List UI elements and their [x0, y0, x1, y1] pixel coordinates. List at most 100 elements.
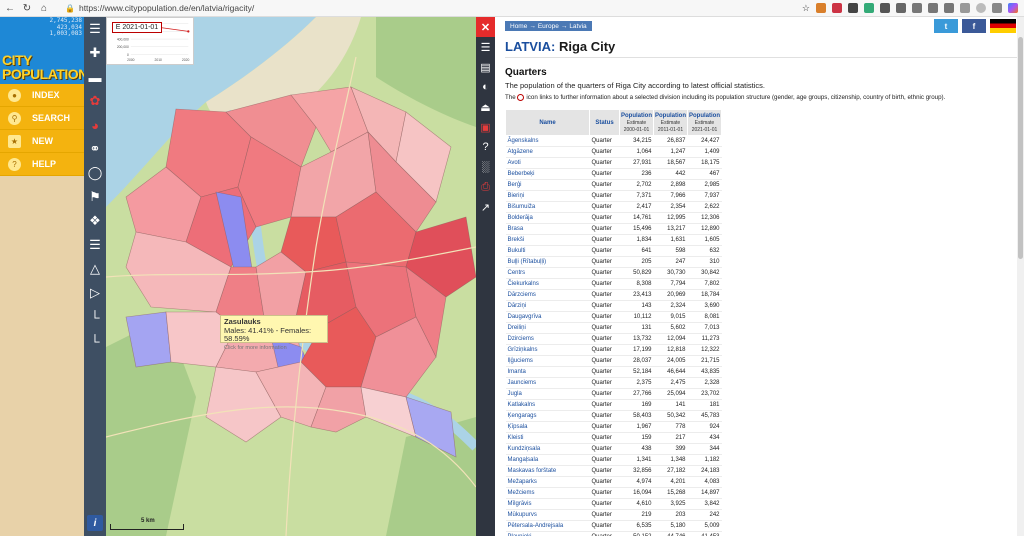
scrollbar-thumb[interactable] — [1018, 37, 1023, 259]
table-row[interactable]: Mangaļsala Quarter 1,341 1,348 1,182 — [505, 454, 722, 466]
site-logo[interactable]: 2,745,238 423,034 1,003,083 CITY POPULAT… — [0, 17, 84, 84]
page-scrollbar[interactable] — [1017, 17, 1024, 536]
menu-item-new[interactable]: ★ NEW — [0, 130, 84, 153]
table-row[interactable]: Mežaparks Quarter 4,974 4,201 4,083 — [505, 476, 722, 488]
collections-icon[interactable] — [928, 3, 938, 13]
quarter-name-link[interactable]: Ķīpsala — [505, 421, 590, 433]
star-icon[interactable]: ☆ — [802, 3, 810, 14]
table-row[interactable]: Berģi Quarter 2,702 2,898 2,985 — [505, 179, 722, 191]
quarter-name-link[interactable]: Mežciems — [505, 487, 590, 499]
quarter-name-link[interactable]: Beberbeķi — [505, 168, 590, 180]
facebook-icon[interactable]: f — [962, 19, 986, 33]
table-row[interactable]: Buļļi (Rītabuļļi) Quarter 205 247 310 — [505, 256, 722, 268]
quarter-name-link[interactable]: Mīlgrāvis — [505, 498, 590, 510]
info-icon[interactable]: i — [87, 515, 103, 531]
profile-avatar[interactable] — [976, 3, 986, 13]
flag-icon[interactable]: ⚑ — [84, 185, 106, 209]
column-header-pop-2000[interactable]: Population Estimate 2000-01-01 — [619, 109, 654, 136]
menu-icon[interactable]: ☰ — [476, 37, 495, 57]
quarter-name-link[interactable]: Avoti — [505, 157, 590, 169]
quarter-name-link[interactable]: Mangaļsala — [505, 454, 590, 466]
table-row[interactable]: Kundziņsala Quarter 438 399 344 — [505, 443, 722, 455]
column-header-name[interactable]: Name — [505, 109, 590, 136]
scatter-icon[interactable]: ❖ — [84, 209, 106, 233]
table-row[interactable]: Jaunciems Quarter 2,375 2,475 2,328 — [505, 377, 722, 389]
quarter-name-link[interactable]: Dārzciems — [505, 289, 590, 301]
table-row[interactable]: Dārziņi Quarter 143 2,324 3,690 — [505, 300, 722, 312]
table-row[interactable]: Ķīpsala Quarter 1,967 778 924 — [505, 421, 722, 433]
table-row[interactable]: Jugla Quarter 27,766 25,094 23,702 — [505, 388, 722, 400]
table-row[interactable]: PļavniekiQuarter50,15244,74641,453 — [505, 531, 722, 536]
table-row[interactable]: Grīziņkalns Quarter 17,199 12,818 12,322 — [505, 344, 722, 356]
quarter-name-link[interactable]: Jugla — [505, 388, 590, 400]
home-icon[interactable]: ⌂ — [37, 1, 51, 15]
choropleth-map[interactable]: 800,000600,000400,000200,000020002010202… — [106, 17, 476, 536]
eject-icon[interactable]: ⏏ — [476, 97, 495, 117]
extension-icon[interactable] — [816, 3, 826, 13]
table-row[interactable]: Dreiliņi Quarter 131 5,602 7,013 — [505, 322, 722, 334]
quarter-name-link[interactable]: Pļavnieki — [505, 531, 590, 536]
zoom-in-icon[interactable]: ✚ — [84, 41, 106, 65]
table-row[interactable]: Beberbeķi Quarter 236 442 467 — [505, 168, 722, 180]
table-row[interactable]: Bieriņi Quarter 7,371 7,966 7,937 — [505, 190, 722, 202]
favorites-icon[interactable] — [912, 3, 922, 13]
table-row[interactable]: Iļģuciems Quarter 28,037 24,005 21,715 — [505, 355, 722, 367]
shapes-icon[interactable]: △ — [84, 257, 106, 281]
menu-item-help[interactable]: ? HELP — [0, 153, 84, 176]
quarter-name-link[interactable]: Bolderāja — [505, 212, 590, 224]
bar-chart-icon[interactable]: ░ — [476, 157, 495, 177]
quarter-name-link[interactable]: Dārziņi — [505, 300, 590, 312]
table-row[interactable]: Bišumuiža Quarter 2,417 2,354 2,622 — [505, 201, 722, 213]
quarter-name-link[interactable]: Mūkupurvs — [505, 509, 590, 521]
extension-icon[interactable] — [864, 3, 874, 13]
table-row[interactable]: Avoti Quarter 27,931 18,567 18,175 — [505, 157, 722, 169]
external-link-icon[interactable]: ↗ — [476, 197, 495, 217]
breadcrumb-link[interactable]: Home — [510, 23, 527, 30]
quarter-name-link[interactable]: Buļļi (Rītabuļļi) — [505, 256, 590, 268]
address-bar[interactable]: 🔒 https://www.citypopulation.de/en/latvi… — [65, 3, 254, 13]
quarter-name-link[interactable]: Brasa — [505, 223, 590, 235]
bicycle-icon[interactable]: ⚭ — [84, 137, 106, 161]
quarter-name-link[interactable]: Iļģuciems — [505, 355, 590, 367]
settings-icon[interactable] — [960, 3, 970, 13]
quarter-name-link[interactable]: Bukulti — [505, 245, 590, 257]
table-row[interactable]: Centrs Quarter 50,829 30,730 30,842 — [505, 267, 722, 279]
table-row[interactable]: Mūkupurvs Quarter 219 203 242 — [505, 509, 722, 521]
extension-icon[interactable] — [880, 3, 890, 13]
table-row[interactable]: Dārzciems Quarter 23,413 20,969 18,784 — [505, 289, 722, 301]
quarter-name-link[interactable]: Dreiliņi — [505, 322, 590, 334]
table-row[interactable]: Katlakalns Quarter 169 141 181 — [505, 399, 722, 411]
column-header-pop-2021[interactable]: Population Estimate 2021-01-01 — [687, 109, 722, 136]
extension-icon[interactable] — [832, 3, 842, 13]
crop-icon[interactable]: ▣ — [476, 117, 495, 137]
table-row[interactable]: Bolderāja Quarter 14,761 12,995 12,306 — [505, 212, 722, 224]
age-icon[interactable]: ◯ — [84, 161, 106, 185]
quarter-name-link[interactable]: Kundziņsala — [505, 443, 590, 455]
breadcrumb-link[interactable]: Europe — [538, 23, 559, 30]
zoom-out-icon[interactable]: ▬ — [84, 65, 106, 89]
quarter-name-link[interactable]: Dzirciems — [505, 333, 590, 345]
quarter-name-link[interactable]: Berģi — [505, 179, 590, 191]
table-row[interactable]: Brasa Quarter 15,496 13,217 12,890 — [505, 223, 722, 235]
quarter-name-link[interactable]: Bišumuiža — [505, 201, 590, 213]
table-row[interactable]: Bukulti Quarter 641 598 632 — [505, 245, 722, 257]
help-circle-icon[interactable]: ? — [476, 137, 495, 157]
column-header-status[interactable]: Status — [589, 109, 620, 136]
quarter-name-link[interactable]: Ķengarags — [505, 410, 590, 422]
quarter-name-link[interactable]: Daugavgrīva — [505, 311, 590, 323]
reload-icon[interactable]: ↻ — [20, 1, 34, 15]
contrast-icon[interactable]: ◐ — [476, 77, 495, 97]
map-tooltip[interactable]: Zasulauks Males: 41.41% - Females: 58.59… — [220, 315, 328, 351]
menu-item-index[interactable]: ● INDEX — [0, 84, 84, 107]
table-row[interactable]: Mīlgrāvis Quarter 4,610 3,925 3,842 — [505, 498, 722, 510]
quarter-name-link[interactable]: Āgenskalns — [505, 135, 590, 147]
print-icon[interactable]: ⎙ — [476, 177, 495, 197]
menu-item-search[interactable]: ⚲ SEARCH — [0, 107, 84, 130]
extension-icon[interactable] — [896, 3, 906, 13]
breadcrumb-link[interactable]: Latvia — [569, 23, 586, 30]
table-row[interactable]: Āgenskalns Quarter 34,215 26,837 24,427 — [505, 135, 722, 147]
quarter-name-link[interactable]: Pētersala-Andrejsala — [505, 520, 590, 532]
table-row[interactable]: Pētersala-Andrejsala Quarter 6,535 5,180 5,0… — [505, 520, 722, 532]
label-icon[interactable]: ▷ — [84, 281, 106, 305]
table-row[interactable]: Daugavgrīva Quarter 10,112 9,015 8,081 — [505, 311, 722, 323]
